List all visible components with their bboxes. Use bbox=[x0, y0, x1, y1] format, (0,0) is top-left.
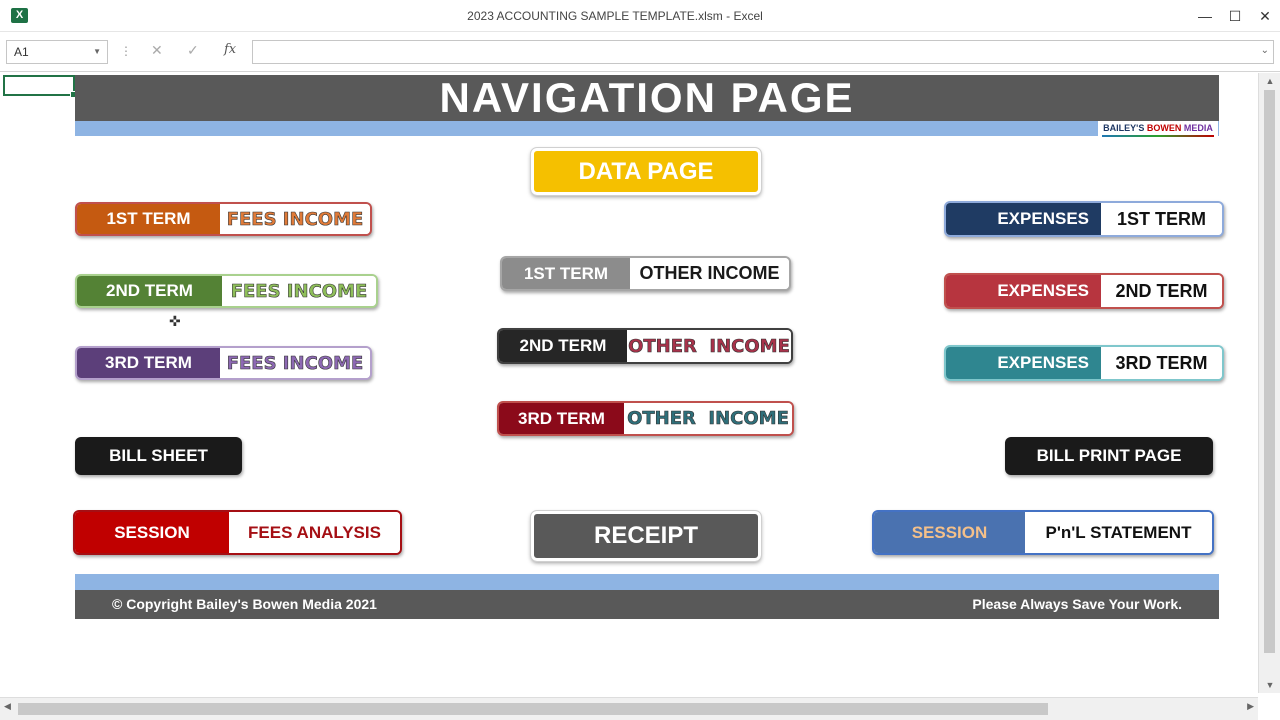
more-icon: ⋮ bbox=[120, 44, 132, 58]
other-income-label: OTHER INCOME bbox=[624, 403, 792, 434]
scroll-right-icon[interactable]: ▶ bbox=[1247, 701, 1254, 712]
close-button[interactable]: ✕ bbox=[1250, 0, 1280, 32]
term-label: 2ND TERM bbox=[77, 276, 222, 306]
fees-income-label: FEES INCOME bbox=[220, 204, 370, 234]
term-label: 3RD TERM bbox=[77, 348, 220, 378]
formula-input[interactable]: ⌄ bbox=[252, 40, 1274, 64]
term-label: 1ST TERM bbox=[502, 258, 630, 289]
footer-accent-band bbox=[75, 574, 1219, 590]
term-label: 2ND TERM bbox=[499, 330, 627, 362]
pnl-statement-label: P'n'L STATEMENT bbox=[1025, 512, 1212, 553]
fees-income-2nd-term-button[interactable]: 2ND TERM FEES INCOME bbox=[75, 274, 378, 308]
horizontal-scrollbar[interactable]: ◀ ▶ bbox=[0, 697, 1258, 720]
term-label: 1ST TERM bbox=[1101, 203, 1222, 235]
expenses-3rd-term-button[interactable]: EXPENSES 3RD TERM bbox=[944, 345, 1224, 381]
name-box-value: A1 bbox=[14, 45, 29, 59]
enter-icon[interactable]: ✓ bbox=[187, 42, 199, 59]
session-pnl-statement-button[interactable]: SESSION P'n'L STATEMENT bbox=[872, 510, 1214, 555]
session-fees-analysis-button[interactable]: SESSION FEES ANALYSIS bbox=[73, 510, 402, 555]
scroll-down-icon[interactable]: ▼ bbox=[1259, 677, 1280, 693]
other-income-2nd-term-button[interactable]: 2ND TERM OTHER INCOME bbox=[497, 328, 793, 364]
expenses-1st-term-button[interactable]: EXPENSES 1ST TERM bbox=[944, 201, 1224, 237]
expenses-label: EXPENSES bbox=[946, 275, 1101, 307]
expenses-2nd-term-button[interactable]: EXPENSES 2ND TERM bbox=[944, 273, 1224, 309]
copyright-text: © Copyright Bailey's Bowen Media 2021 bbox=[112, 596, 377, 612]
insert-function-icon[interactable]: fx bbox=[224, 42, 236, 57]
session-label: SESSION bbox=[75, 512, 229, 553]
brand-logo: BAILEY'S BOWEN MEDIA bbox=[1098, 121, 1218, 137]
term-label: 2ND TERM bbox=[1101, 275, 1222, 307]
bill-print-page-button[interactable]: BILL PRINT PAGE bbox=[1005, 437, 1213, 475]
fees-income-label: FEES INCOME bbox=[220, 348, 370, 378]
cell-cursor-icon: ✜ bbox=[169, 313, 181, 329]
header-accent-band bbox=[75, 121, 1219, 136]
expenses-label: EXPENSES bbox=[946, 347, 1101, 379]
cancel-icon[interactable]: ✕ bbox=[151, 42, 163, 59]
header-band: NAVIGATION PAGE bbox=[75, 75, 1219, 121]
term-label: 3RD TERM bbox=[499, 403, 624, 434]
fees-income-1st-term-button[interactable]: 1ST TERM FEES INCOME bbox=[75, 202, 372, 236]
horizontal-scroll-thumb[interactable] bbox=[18, 703, 1048, 715]
worksheet[interactable]: NAVIGATION PAGE BAILEY'S BOWEN MEDIA DAT… bbox=[0, 73, 1258, 693]
other-income-1st-term-button[interactable]: 1ST TERM OTHER INCOME bbox=[500, 256, 791, 291]
term-label: 1ST TERM bbox=[77, 204, 220, 234]
expand-formula-icon[interactable]: ⌄ bbox=[1261, 45, 1269, 56]
minimize-button[interactable]: — bbox=[1190, 0, 1220, 32]
vertical-scroll-thumb[interactable] bbox=[1264, 90, 1275, 653]
selected-cell-a1[interactable] bbox=[3, 75, 77, 98]
chevron-down-icon[interactable]: ▼ bbox=[93, 41, 101, 63]
data-page-button[interactable]: DATA PAGE bbox=[530, 147, 762, 196]
other-income-label: OTHER INCOME bbox=[630, 258, 789, 289]
maximize-button[interactable]: ☐ bbox=[1220, 0, 1250, 32]
vertical-scrollbar[interactable]: ▲ ▼ bbox=[1258, 73, 1280, 693]
footer-band: © Copyright Bailey's Bowen Media 2021 Pl… bbox=[75, 590, 1219, 619]
page-title: NAVIGATION PAGE bbox=[439, 74, 855, 121]
name-box[interactable]: A1 ▼ bbox=[6, 40, 108, 64]
window-title: 2023 ACCOUNTING SAMPLE TEMPLATE.xlsm - E… bbox=[467, 9, 763, 23]
scroll-left-icon[interactable]: ◀ bbox=[4, 701, 11, 712]
fees-income-label: FEES INCOME bbox=[222, 276, 376, 306]
scroll-up-icon[interactable]: ▲ bbox=[1259, 73, 1280, 89]
term-label: 3RD TERM bbox=[1101, 347, 1222, 379]
title-bar: X 2023 ACCOUNTING SAMPLE TEMPLATE.xlsm -… bbox=[0, 0, 1280, 32]
receipt-button[interactable]: RECEIPT bbox=[530, 510, 762, 562]
other-income-3rd-term-button[interactable]: 3RD TERM OTHER INCOME bbox=[497, 401, 794, 436]
fees-income-3rd-term-button[interactable]: 3RD TERM FEES INCOME bbox=[75, 346, 372, 380]
formula-bar: A1 ▼ ⋮ ✕ ✓ fx ⌄ bbox=[0, 32, 1280, 72]
expenses-label: EXPENSES bbox=[946, 203, 1101, 235]
save-reminder-text: Please Always Save Your Work. bbox=[972, 596, 1182, 612]
fees-analysis-label: FEES ANALYSIS bbox=[229, 512, 400, 553]
other-income-label: OTHER INCOME bbox=[627, 330, 791, 362]
bill-sheet-button[interactable]: BILL SHEET bbox=[75, 437, 242, 475]
session-label: SESSION bbox=[874, 512, 1025, 553]
